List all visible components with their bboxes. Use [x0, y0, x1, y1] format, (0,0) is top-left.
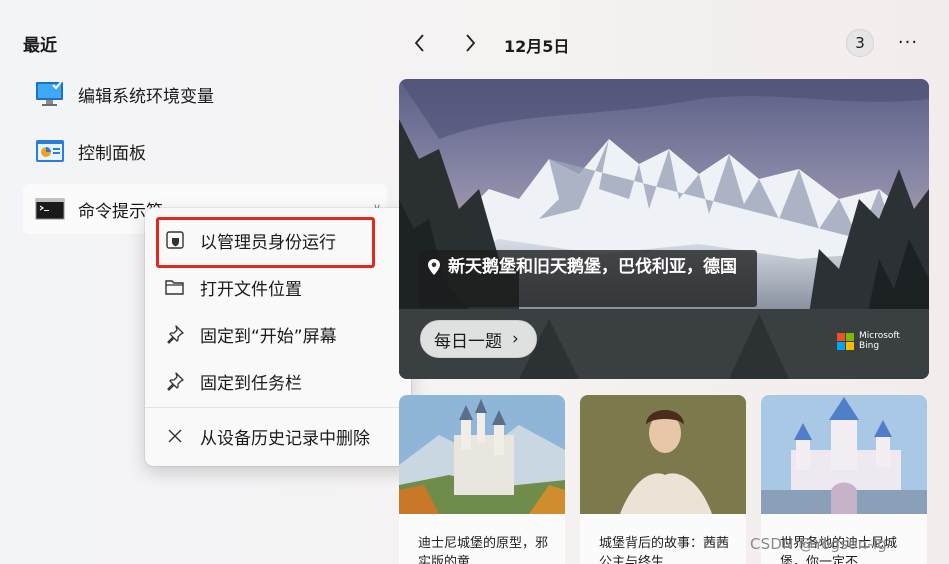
card-image	[761, 395, 927, 514]
menu-item-pin-taskbar[interactable]: 固定到任务栏	[145, 359, 411, 403]
brand-line-2: Bing	[859, 341, 880, 351]
widget-topbar: 12月5日 3 ···	[400, 28, 940, 58]
card-title: 迪士尼城堡的原型，邪实版的童	[418, 536, 549, 564]
close-icon	[163, 424, 187, 448]
watermark: CSDN @Yogson-lg	[750, 535, 888, 553]
microsoft-bing-logo: Microsoft Bing	[837, 331, 900, 351]
chevron-right-icon: ›	[512, 329, 519, 349]
menu-item-open-location[interactable]: 打开文件位置	[145, 265, 411, 309]
pin-icon	[163, 369, 187, 393]
card-title: 城堡背后的故事：茜茜公主与终生	[599, 536, 730, 564]
article-card[interactable]: 迪士尼城堡的原型，邪实版的童	[399, 395, 565, 564]
daily-quiz-label: 每日一题	[434, 331, 502, 352]
microsoft-logo-icon	[837, 332, 854, 350]
command-prompt-icon	[35, 196, 67, 222]
pin-icon	[163, 322, 187, 346]
menu-item-pin-start[interactable]: 固定到“开始”屏幕	[145, 312, 411, 356]
recent-item-env-vars[interactable]: 编辑系统环境变量	[23, 69, 387, 119]
notification-badge[interactable]: 3	[846, 29, 874, 57]
recent-title: 最近	[23, 36, 57, 56]
hero-caption-text: 新天鹅堡和旧天鹅堡，巴伐利亚，德国	[448, 257, 737, 277]
menu-item-label: 固定到“开始”屏幕	[200, 326, 337, 347]
menu-item-label: 固定到任务栏	[200, 373, 302, 394]
recent-item-label: 编辑系统环境变量	[78, 86, 214, 107]
daily-quiz-button[interactable]: 每日一题 ›	[420, 320, 537, 358]
card-image	[580, 395, 746, 514]
control-panel-icon	[35, 138, 67, 164]
date-label: 12月5日	[504, 37, 570, 56]
menu-separator	[145, 407, 411, 408]
recent-item-control-panel[interactable]: 控制面板	[23, 126, 387, 176]
folder-icon	[163, 275, 187, 299]
more-options-button[interactable]: ···	[894, 28, 922, 56]
menu-item-label: 从设备历史记录中删除	[200, 428, 370, 449]
menu-item-remove-history[interactable]: 从设备历史记录中删除	[145, 414, 411, 458]
article-card[interactable]: 城堡背后的故事：茜茜公主与终生	[580, 395, 746, 564]
menu-item-label: 打开文件位置	[200, 279, 302, 300]
chevron-left-icon[interactable]	[406, 28, 434, 58]
card-image	[399, 395, 565, 514]
highlight-box	[156, 217, 375, 268]
system-environment-icon	[35, 81, 67, 107]
hero-caption: 新天鹅堡和旧天鹅堡，巴伐利亚，德国	[419, 250, 757, 307]
brand-line-1: Microsoft	[859, 331, 900, 341]
recent-item-label: 控制面板	[78, 143, 146, 164]
location-icon	[427, 258, 441, 280]
chevron-right-icon[interactable]	[456, 28, 484, 58]
